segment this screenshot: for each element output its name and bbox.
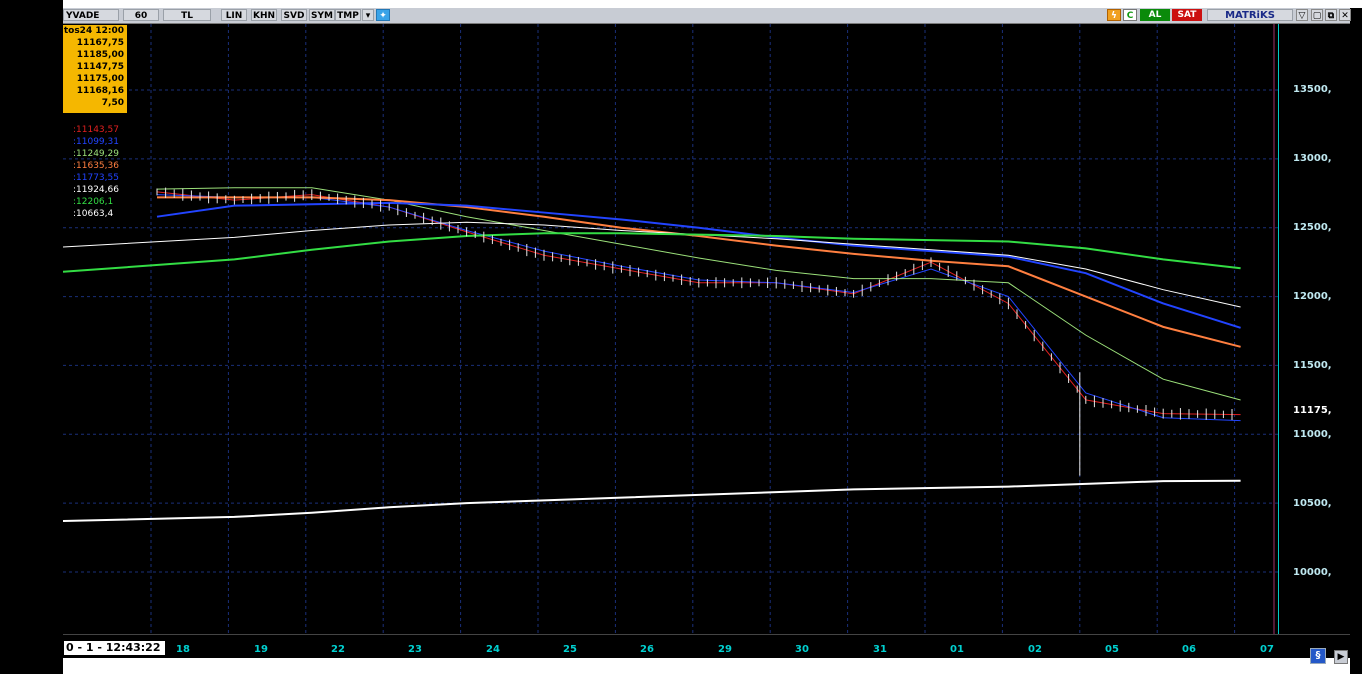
restore-button[interactable]: ⧉ [1325, 9, 1337, 21]
x-tick-label: 18 [176, 644, 190, 655]
x-tick-label: 23 [408, 644, 422, 655]
buy-button[interactable]: AL [1140, 9, 1170, 21]
right-border [1350, 8, 1362, 674]
status-bar [63, 658, 1350, 674]
x-tick-label: 19 [254, 644, 268, 655]
lightning-icon[interactable]: ϟ [1107, 9, 1121, 21]
matriks-logo: MATRiKS [1207, 9, 1293, 21]
ohlc-low: 11147,75 [76, 62, 124, 72]
y-tick-label: 12000, [1293, 291, 1332, 302]
y-tick-label: 13000, [1293, 153, 1332, 164]
y-tick-label: 10500, [1293, 498, 1332, 509]
scroll-right-button[interactable]: ▶ [1334, 650, 1348, 664]
x-tick-label: 24 [486, 644, 500, 655]
y-tick-label: 10000, [1293, 567, 1332, 578]
window-menu-button[interactable]: ▽ [1296, 9, 1308, 21]
legend-item: :10663,4 [73, 209, 114, 219]
last-price-label: 11175, [1293, 405, 1332, 416]
time-display: 0 - 1 - 12:43:22 [63, 640, 166, 656]
ohlc-open: 11167,75 [76, 38, 124, 48]
symbol-field[interactable]: YVADE [63, 9, 119, 21]
chart-area[interactable] [62, 24, 1350, 634]
x-tick-label: 05 [1105, 644, 1119, 655]
svd-button[interactable]: SVD [281, 9, 307, 21]
x-tick-label: 30 [795, 644, 809, 655]
x-tick-label: 25 [563, 644, 577, 655]
x-tick-label: 06 [1182, 644, 1196, 655]
sell-button[interactable]: SAT [1172, 9, 1202, 21]
x-tick-label: 07 [1260, 644, 1274, 655]
minimize-button[interactable]: ▢ [1311, 9, 1323, 21]
y-tick-label: 12500, [1293, 222, 1332, 233]
khn-button[interactable]: KHN [251, 9, 277, 21]
chart-toolbar: YVADE 60 TL LIN KHN SVD SYM TMP ▾ ✦ ϟ C … [63, 8, 1351, 24]
legend-item: :11924,66 [73, 185, 119, 195]
tmp-button[interactable]: TMP [335, 9, 361, 21]
y-tick-label: 13500, [1293, 84, 1332, 95]
ohlc-info-box: tos24 12:00 11167,75 11185,00 11147,75 1… [63, 25, 127, 113]
x-tick-label: 31 [873, 644, 887, 655]
x-tick-label: 22 [331, 644, 345, 655]
price-chart[interactable] [62, 24, 1350, 634]
ohlc-close: 11175,00 [76, 74, 124, 84]
y-tick-label: 11500, [1293, 360, 1332, 371]
legend-item: :11099,31 [73, 137, 119, 147]
ohlc-average: 11168,16 [76, 86, 124, 96]
top-strip [0, 0, 1362, 8]
series-line [62, 221, 1241, 308]
series-line [156, 201, 1241, 329]
x-tick-label: 26 [640, 644, 654, 655]
indicator-legend: :11143,57 :11099,31 :11249,29 :11635,36 … [73, 124, 119, 220]
settings-swirl-icon[interactable]: § [1310, 648, 1326, 664]
ohlc-high: 11185,00 [76, 50, 124, 60]
price-axis[interactable] [1278, 24, 1351, 634]
series-line [156, 191, 1241, 416]
series-line [62, 232, 1241, 273]
sym-button[interactable]: SYM [309, 9, 335, 21]
ohlc-change: 7,50 [101, 98, 124, 108]
legend-item: :11249,29 [73, 149, 119, 159]
legend-item: :12206,1 [73, 197, 114, 207]
twitter-icon[interactable]: ✦ [376, 9, 390, 21]
series-line [62, 479, 1241, 523]
ohlc-time: tos24 12:00 [63, 26, 124, 36]
close-button[interactable]: ✕ [1339, 9, 1351, 21]
y-tick-label: 11000, [1293, 429, 1332, 440]
refresh-button[interactable]: C [1123, 9, 1137, 21]
chevron-down-icon[interactable]: ▾ [362, 9, 374, 21]
period-field[interactable]: 60 [123, 9, 159, 21]
x-tick-label: 29 [718, 644, 732, 655]
currency-field[interactable]: TL [163, 9, 211, 21]
legend-item: :11635,36 [73, 161, 119, 171]
x-tick-label: 01 [950, 644, 964, 655]
legend-item: :11773,55 [73, 173, 119, 183]
lin-button[interactable]: LIN [221, 9, 247, 21]
x-tick-label: 02 [1028, 644, 1042, 655]
left-border [0, 0, 63, 674]
legend-item: :11143,57 [73, 125, 119, 135]
